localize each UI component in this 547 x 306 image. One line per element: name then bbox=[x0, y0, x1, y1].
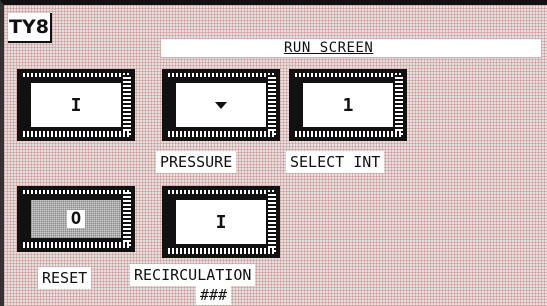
button-bevel bbox=[168, 248, 274, 254]
hmi-screen: TY8 RUN SCREEN I PRESSURE 1 SELECT INT O… bbox=[0, 0, 547, 306]
reset-value: O bbox=[66, 210, 86, 228]
run-button[interactable]: I bbox=[17, 69, 135, 141]
recirculation-button[interactable]: I bbox=[162, 186, 280, 258]
button-bevel bbox=[268, 192, 276, 252]
select-int-label: SELECT INT bbox=[286, 151, 385, 173]
reset-label: RESET bbox=[38, 267, 92, 289]
recirculation-label: RECIRCULATION bbox=[130, 264, 256, 286]
button-bevel bbox=[123, 192, 131, 246]
recirculation-status: ### bbox=[196, 285, 232, 305]
screen-title: RUN SCREEN bbox=[284, 40, 374, 56]
select-int-value: 1 bbox=[301, 81, 395, 129]
logo: TY8 bbox=[8, 13, 52, 43]
button-bevel bbox=[295, 131, 401, 137]
select-int-button[interactable]: 1 bbox=[289, 69, 407, 141]
button-bevel bbox=[268, 75, 276, 135]
pressure-button[interactable] bbox=[162, 69, 280, 141]
button-bevel bbox=[123, 75, 131, 135]
button-bevel bbox=[295, 73, 401, 77]
reset-button[interactable]: O bbox=[17, 186, 135, 252]
button-bevel bbox=[23, 242, 129, 248]
button-bevel bbox=[168, 190, 274, 194]
run-value: I bbox=[29, 81, 123, 129]
recirculation-value: I bbox=[174, 198, 268, 246]
button-bevel bbox=[168, 131, 274, 137]
button-bevel bbox=[23, 190, 129, 194]
button-bevel bbox=[168, 73, 274, 77]
down-arrow-icon bbox=[215, 101, 227, 109]
button-bevel bbox=[395, 75, 403, 135]
button-bevel bbox=[23, 131, 129, 137]
button-bevel bbox=[23, 73, 129, 77]
pressure-display bbox=[174, 81, 268, 129]
pressure-label: PRESSURE bbox=[156, 151, 237, 173]
reset-display: O bbox=[29, 198, 123, 240]
